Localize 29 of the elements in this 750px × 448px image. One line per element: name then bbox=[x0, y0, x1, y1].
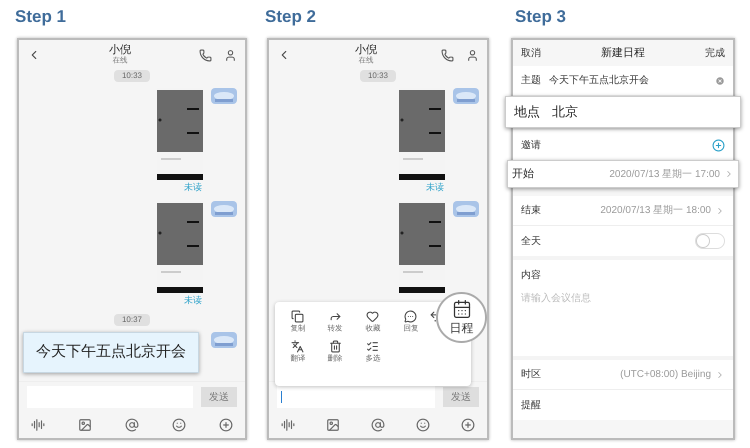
contact-name: 小倪 bbox=[109, 44, 131, 56]
field-label: 全天 bbox=[521, 234, 541, 248]
field-label: 结束 bbox=[521, 204, 541, 218]
field-label: 时区 bbox=[521, 368, 541, 382]
field-label: 提醒 bbox=[521, 398, 541, 412]
contact-name: 小倪 bbox=[355, 44, 377, 56]
chat-message: 今天下午五点北京开会 bbox=[23, 332, 199, 372]
step-heading: Step 2 bbox=[264, 6, 318, 28]
schedule-label[interactable]: 日程 bbox=[450, 318, 474, 336]
field-label: 主题 bbox=[521, 74, 541, 88]
unread-label: 未读 bbox=[184, 294, 202, 308]
field-label: 开始 bbox=[512, 166, 534, 182]
step-heading: Step 3 bbox=[514, 6, 568, 28]
send-button[interactable]: 发送 bbox=[443, 387, 479, 407]
screen-title: 新建日程 bbox=[601, 46, 645, 61]
field-label: 地点 bbox=[514, 103, 540, 122]
timestamp: 10:37 bbox=[114, 314, 150, 326]
unread-label: 未读 bbox=[426, 182, 444, 194]
cancel-button[interactable]: 取消 bbox=[521, 46, 541, 60]
unread-label: 未读 bbox=[184, 182, 202, 194]
timestamp: 10:33 bbox=[114, 70, 150, 82]
field-label: 邀请 bbox=[521, 138, 541, 152]
send-button[interactable]: 发送 bbox=[201, 387, 237, 407]
field-label: 内容 bbox=[521, 268, 542, 283]
step-heading: Step 1 bbox=[14, 6, 68, 28]
done-button[interactable]: 完成 bbox=[705, 46, 725, 60]
timestamp: 10:33 bbox=[360, 70, 396, 82]
location-value: 北京 bbox=[552, 103, 578, 122]
subject-value: 今天下午五点北京开会 bbox=[549, 74, 649, 88]
